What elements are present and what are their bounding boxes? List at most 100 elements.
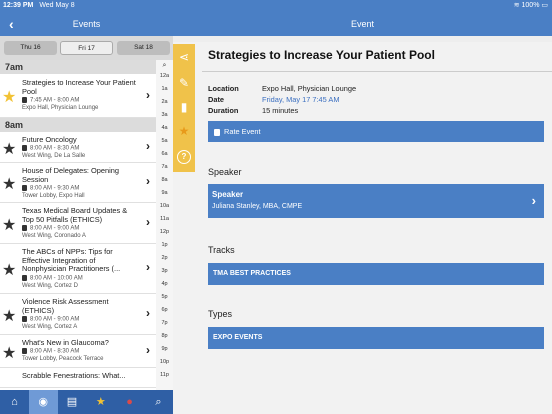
star-icon[interactable]: ★ xyxy=(173,120,195,142)
index-item[interactable]: 2p xyxy=(156,255,173,261)
index-item[interactable]: 12p xyxy=(156,229,173,235)
event-row[interactable]: ★ Strategies to Increase Your Patient Po… xyxy=(0,74,156,118)
clipboard-icon xyxy=(22,348,27,354)
clipboard-icon xyxy=(22,225,27,231)
status-time: 12:39 PM xyxy=(3,2,34,9)
index-item[interactable]: 7p xyxy=(156,320,173,326)
clipboard-icon xyxy=(22,97,27,103)
index-item[interactable]: 3a xyxy=(156,112,173,118)
event-row[interactable]: ★ Texas Medical Board Updates & Top 50 P… xyxy=(0,203,156,244)
event-time: 8:00 AM - 10:00 AM xyxy=(30,275,83,282)
index-item[interactable]: 12a xyxy=(156,73,173,79)
event-title: The ABCs of NPPs: Tips for Effective Int… xyxy=(22,247,121,274)
star-icon[interactable]: ★ xyxy=(2,306,16,326)
speaker-heading: Speaker xyxy=(208,167,242,177)
index-item[interactable]: 9p xyxy=(156,346,173,352)
star-icon[interactable]: ★ xyxy=(2,139,16,159)
wifi-icon: ≋ xyxy=(513,2,520,9)
duration-label: Duration xyxy=(208,106,239,115)
track-item[interactable]: TMA BEST PRACTICES xyxy=(208,263,544,285)
event-row[interactable]: ★ Violence Risk Assessment (ETHICS) 8:00… xyxy=(0,294,156,335)
types-heading: Types xyxy=(208,309,233,319)
event-detail-panel xyxy=(173,42,552,414)
event-time: 8:00 AM - 8:30 AM xyxy=(30,145,80,152)
chevron-right-icon: › xyxy=(146,343,150,357)
event-location: Tower Lobby, Expo Hall xyxy=(22,193,85,199)
pencil-icon[interactable]: ✎ xyxy=(173,72,195,94)
status-date: Wed May 8 xyxy=(39,2,75,9)
day-button-fri[interactable]: Fri 17 xyxy=(60,41,113,55)
event-row[interactable]: ★ House of Delegates: Opening Session 8:… xyxy=(0,163,156,203)
home-icon[interactable]: ⌂ xyxy=(0,390,29,414)
index-item[interactable]: 2a xyxy=(156,99,173,105)
chevron-right-icon: › xyxy=(146,139,150,153)
event-row[interactable]: Scrabble Fenestrations: What... xyxy=(0,368,156,388)
back-chevron-icon[interactable]: ‹ xyxy=(9,12,14,36)
star-icon[interactable]: ★ xyxy=(2,343,16,363)
index-item[interactable]: 8a xyxy=(156,177,173,183)
star-icon[interactable]: ★ xyxy=(2,87,16,107)
index-item[interactable]: 9a xyxy=(156,190,173,196)
index-item[interactable]: 4a xyxy=(156,125,173,131)
star-icon[interactable]: ★ xyxy=(86,390,115,414)
index-item[interactable]: 5p xyxy=(156,294,173,300)
location-value: Expo Hall, Physician Lounge xyxy=(262,84,357,93)
help-icon[interactable]: ? xyxy=(177,150,191,164)
event-header: Event xyxy=(173,12,552,36)
speaker-name: Juliana Stanley, MBA, CMPE xyxy=(212,203,303,210)
type-item[interactable]: EXPO EVENTS xyxy=(208,327,544,349)
app-root: 12:39 PM Wed May 8 ‹ Events Thu 16 Fri 1… xyxy=(0,0,552,414)
event-location: West Wing, Coronado A xyxy=(22,233,86,239)
event-header-title: Event xyxy=(350,19,374,29)
index-item[interactable]: 6p xyxy=(156,307,173,313)
person-icon[interactable]: ● xyxy=(115,390,144,414)
index-item[interactable]: 1a xyxy=(156,86,173,92)
chevron-right-icon: › xyxy=(146,215,150,229)
time-index[interactable]: ⌕ 12a 1a 2a 3a 4a 5a 6a 7a 8a 9a 10a 11a… xyxy=(156,60,173,390)
clipboard-icon xyxy=(22,185,27,191)
index-item[interactable]: 10a xyxy=(156,203,173,209)
day-button-sat[interactable]: Sat 18 xyxy=(117,41,170,55)
event-location: West Wing, De La Salle xyxy=(22,153,86,159)
share-icon[interactable]: ⋖ xyxy=(173,46,195,68)
status-bar-left: 12:39 PM Wed May 8 xyxy=(0,0,173,12)
globe-icon[interactable]: ◉ xyxy=(28,390,58,414)
divider xyxy=(202,71,552,72)
index-item[interactable]: 11p xyxy=(156,372,173,378)
index-item[interactable]: 11a xyxy=(156,216,173,222)
index-item[interactable]: 5a xyxy=(156,138,173,144)
event-title-heading: Strategies to Increase Your Patient Pool xyxy=(208,48,435,62)
search-icon[interactable]: ⌕ xyxy=(156,62,173,70)
status-bar-right: ≋ 100% ▭ xyxy=(173,0,552,12)
star-icon[interactable]: ★ xyxy=(2,215,16,235)
event-row[interactable]: ★ What's New in Glaucoma? 8:00 AM - 8:30… xyxy=(0,335,156,368)
bottom-tab-bar: ⌂ ◉ ▤ ★ ● ⌕ xyxy=(0,390,173,414)
search-icon[interactable]: ⌕ xyxy=(144,390,173,414)
speaker-button[interactable]: Speaker Juliana Stanley, MBA, CMPE › xyxy=(208,184,544,218)
events-title: Events xyxy=(72,19,101,29)
clipboard-icon[interactable]: ▮ xyxy=(173,96,195,118)
event-time: 8:00 AM - 8:30 AM xyxy=(30,348,80,355)
speaker-label: Speaker xyxy=(212,190,244,199)
index-item[interactable]: 6a xyxy=(156,151,173,157)
events-pane: 12:39 PM Wed May 8 ‹ Events Thu 16 Fri 1… xyxy=(0,0,173,414)
rate-event-button[interactable]: Rate Event xyxy=(208,121,544,142)
date-label: Date xyxy=(208,95,225,104)
clipboard-icon xyxy=(22,145,27,151)
event-row[interactable]: ★ Future Oncology 8:00 AM - 8:30 AM West… xyxy=(0,132,156,163)
day-button-thu[interactable]: Thu 16 xyxy=(4,41,57,55)
index-item[interactable]: 7a xyxy=(156,164,173,170)
index-item[interactable]: 4p xyxy=(156,281,173,287)
event-row[interactable]: ★ The ABCs of NPPs: Tips for Effective I… xyxy=(0,244,156,294)
event-title: Scrabble Fenestrations: What... xyxy=(22,371,126,380)
map-icon[interactable]: ▤ xyxy=(58,390,87,414)
index-item[interactable]: 8p xyxy=(156,333,173,339)
tracks-heading: Tracks xyxy=(208,245,235,255)
index-item[interactable]: 3p xyxy=(156,268,173,274)
index-item[interactable]: 10p xyxy=(156,359,173,365)
date-link[interactable]: Friday, May 17 7:45 AM xyxy=(262,95,340,104)
star-icon[interactable]: ★ xyxy=(2,260,16,280)
event-location: West Wing, Cortez D xyxy=(22,283,78,289)
star-icon[interactable]: ★ xyxy=(2,174,16,194)
index-item[interactable]: 1p xyxy=(156,242,173,248)
